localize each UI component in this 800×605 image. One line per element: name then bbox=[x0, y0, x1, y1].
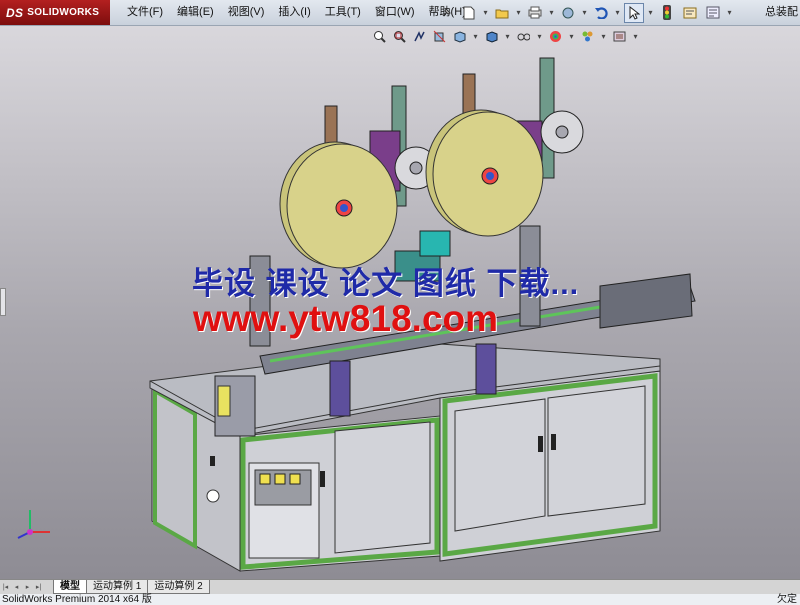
title-bar: DS SOLIDWORKS 文件(F) 编辑(E) 视图(V) 插入(I) 工具… bbox=[0, 0, 800, 26]
bottom-tab-bar: |◂ ◂ ▸ ▸| 模型 运动算例 1 运动算例 2 bbox=[0, 579, 800, 594]
solidworks-logo[interactable]: DS SOLIDWORKS bbox=[0, 0, 110, 25]
status-definition: 欠定 bbox=[777, 594, 797, 605]
menu-insert[interactable]: 插入(I) bbox=[271, 0, 317, 25]
chevron-down-icon[interactable]: ▾ bbox=[647, 8, 654, 17]
ds-logo-mark: DS bbox=[6, 5, 24, 20]
status-bar: SolidWorks Premium 2014 x64 版 欠定 bbox=[0, 594, 800, 605]
menu-window[interactable]: 窗口(W) bbox=[368, 0, 422, 25]
traffic-light-icon[interactable] bbox=[657, 3, 677, 23]
chevron-down-icon[interactable]: ▾ bbox=[581, 8, 588, 17]
chevron-down-icon[interactable]: ▾ bbox=[614, 8, 621, 17]
chevron-down-icon[interactable]: ▾ bbox=[726, 8, 733, 17]
watermark-url: www.ytw818.com bbox=[193, 298, 499, 339]
chevron-down-icon[interactable]: ▾ bbox=[482, 8, 489, 17]
document-title: 总装配 bbox=[765, 6, 798, 18]
right-cabinet bbox=[439, 370, 661, 562]
new-document-icon[interactable] bbox=[459, 3, 479, 23]
file-properties-icon[interactable] bbox=[680, 3, 700, 23]
graphics-area[interactable]: ▾ ▾ ▾ ▾ ▾ ▾ 毕设 课设 论文 图纸 下载... www.ytw818… bbox=[0, 26, 800, 579]
menu-tools[interactable]: 工具(T) bbox=[318, 0, 368, 25]
menu-file[interactable]: 文件(F) bbox=[120, 0, 170, 25]
prev-tab-icon[interactable]: ◂ bbox=[11, 581, 22, 593]
standard-toolbar: ▾ ▾ ▾ ▾ ▾ ▾ ▾ bbox=[436, 2, 733, 23]
menu-edit[interactable]: 编辑(E) bbox=[170, 0, 221, 25]
print-options-icon[interactable] bbox=[558, 3, 578, 23]
tab-motion-study-1[interactable]: 运动算例 1 bbox=[86, 580, 149, 594]
print-icon[interactable] bbox=[525, 3, 545, 23]
logo-text: SOLIDWORKS bbox=[27, 7, 100, 18]
status-product: SolidWorks Premium 2014 x64 版 bbox=[2, 594, 152, 605]
tab-model[interactable]: 模型 bbox=[53, 580, 87, 594]
select-pointer-icon[interactable] bbox=[624, 2, 644, 23]
pin-icon[interactable] bbox=[436, 3, 456, 23]
tab-motion-study-2[interactable]: 运动算例 2 bbox=[147, 580, 210, 594]
chevron-down-icon[interactable]: ▾ bbox=[515, 8, 522, 17]
last-tab-icon[interactable]: ▸| bbox=[33, 581, 44, 593]
first-tab-icon[interactable]: |◂ bbox=[0, 581, 11, 593]
options-icon[interactable] bbox=[703, 3, 723, 23]
open-folder-icon[interactable] bbox=[492, 3, 512, 23]
menu-view[interactable]: 视图(V) bbox=[221, 0, 272, 25]
watermark-text-line1: 毕设 课设 论文 图纸 下载... bbox=[192, 266, 580, 301]
next-tab-icon[interactable]: ▸ bbox=[22, 581, 33, 593]
menu-bar: 文件(F) 编辑(E) 视图(V) 插入(I) 工具(T) 窗口(W) 帮助(H… bbox=[120, 0, 473, 25]
chevron-down-icon[interactable]: ▾ bbox=[548, 8, 555, 17]
undo-icon[interactable] bbox=[591, 3, 611, 23]
reference-triad-icon bbox=[17, 510, 50, 539]
